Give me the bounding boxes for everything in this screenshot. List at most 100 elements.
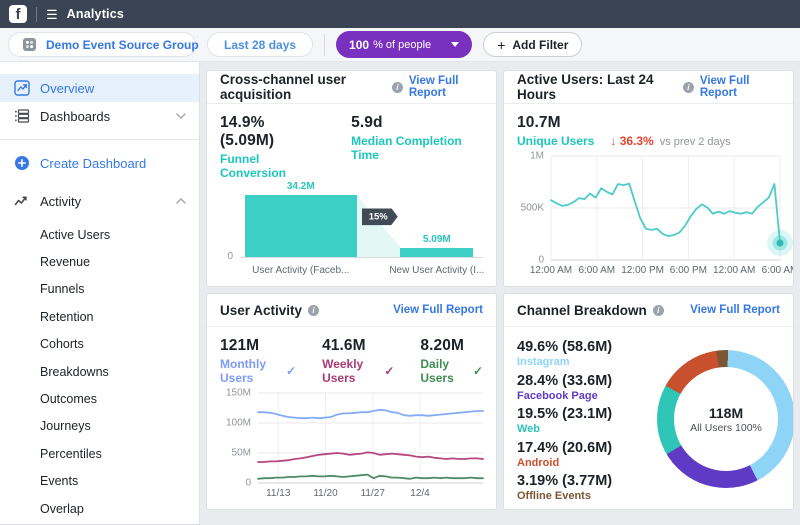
- sidebar-item-events[interactable]: Events: [0, 468, 199, 495]
- channel-stat-facebook-page: 28.4% (33.6M)Facebook Page: [517, 373, 649, 402]
- info-icon[interactable]: i: [308, 305, 319, 316]
- y-axis-zero-label: 0: [220, 251, 240, 262]
- arrow-down-icon: ↓: [610, 134, 616, 148]
- line-plot[interactable]: [258, 393, 483, 483]
- user-activity-chart: 150M100M50M0: [220, 393, 483, 483]
- top-navigation-bar: f ☰ Analytics: [0, 0, 800, 28]
- overview-chart-icon: [13, 80, 30, 97]
- x-tick-label: 6:00 AM: [762, 265, 794, 276]
- date-range-selector[interactable]: Last 28 days: [207, 32, 313, 57]
- funnel-conversion-label: Funnel Conversion: [220, 152, 321, 180]
- sidebar-item-funnels[interactable]: Funnels: [0, 276, 199, 303]
- view-full-report-link[interactable]: View Full Report: [393, 304, 483, 316]
- weekly-users-label[interactable]: Weekly Users✓: [322, 357, 394, 385]
- dashboards-icon: [13, 108, 30, 125]
- sidebar-item-dashboards[interactable]: Dashboards: [0, 102, 199, 130]
- y-tick-label: 0: [538, 255, 544, 266]
- funnel-stats: 14.9% (5.09M) Funnel Conversion 5.9d Med…: [220, 114, 483, 180]
- channel-label: Offline Events: [517, 490, 649, 502]
- card-active-users-24h: Active Users: Last 24 Hours i View Full …: [503, 70, 794, 287]
- delta-comparison-label: vs prev 2 days: [660, 136, 731, 148]
- facebook-logo-icon[interactable]: f: [9, 5, 27, 23]
- bar-value-label: 5.09M: [423, 234, 451, 245]
- weekly-users-value: 41.6M: [322, 337, 394, 355]
- activity-trend-icon: [13, 193, 30, 210]
- x-tick-label: 12:00 AM: [530, 265, 572, 276]
- monthly-users-value: 121M: [220, 337, 296, 355]
- divider: [36, 7, 37, 22]
- info-icon[interactable]: i: [653, 305, 664, 316]
- filter-toolbar: Demo Event Source Group Last 28 days 100…: [0, 28, 800, 62]
- active-users-chart: 1M500K0: [517, 156, 780, 260]
- funnel-category-labels: User Activity (Faceb...New User Activity…: [240, 258, 483, 278]
- sidebar-item-journeys[interactable]: Journeys: [0, 413, 199, 440]
- segment-suffix: % of people: [373, 39, 431, 51]
- funnel-chart[interactable]: 0 34.2M 5.09M 15% User Activity (Faceb..…: [220, 194, 483, 278]
- sidebar-item-active-users[interactable]: Active Users: [0, 221, 199, 248]
- x-tick-label: 11/13: [266, 488, 290, 499]
- channel-stat-android: 17.4% (20.6M)Android: [517, 440, 649, 469]
- unique-users-label: Unique Users: [517, 134, 594, 148]
- check-icon: ✓: [384, 364, 394, 378]
- y-tick-label: 500K: [521, 203, 544, 214]
- funnel-connector: [357, 194, 401, 257]
- sidebar-item-percentiles[interactable]: Percentiles: [0, 440, 199, 467]
- median-completion-value: 5.9d: [351, 114, 483, 132]
- channel-stat-instagram: 49.6% (58.6M)Instagram: [517, 339, 649, 368]
- view-full-report-link[interactable]: View Full Report: [690, 304, 780, 316]
- card-title: Active Users: Last 24 Hours: [517, 72, 677, 102]
- funnel-bar-2[interactable]: [400, 248, 473, 257]
- channel-value: 49.6% (58.6M): [517, 339, 649, 355]
- funnel-conversion-value: 14.9% (5.09M): [220, 114, 321, 150]
- event-source-group-label: Demo Event Source Group: [46, 38, 199, 52]
- dashboard-grid: Cross-channel user acquisition i View Fu…: [200, 62, 800, 525]
- segment-filter-dropdown[interactable]: 100 % of people: [336, 31, 472, 58]
- x-tick-label: 12/4: [410, 488, 429, 499]
- x-axis-labels: 11/1311/2011/2712/4: [258, 483, 483, 501]
- x-tick-label: 12:00 PM: [621, 265, 664, 276]
- x-tick-label: 6:00 PM: [670, 265, 707, 276]
- sidebar-item-cohorts[interactable]: Cohorts: [0, 331, 199, 358]
- sidebar: Overview Dashboards Create Dashboard Act…: [0, 62, 200, 525]
- add-filter-button[interactable]: + Add Filter: [483, 32, 582, 57]
- bar-value-label: 34.2M: [287, 181, 315, 192]
- sidebar-item-overlap[interactable]: Overlap: [0, 495, 199, 522]
- y-axis-labels: 1M500K0: [517, 156, 551, 260]
- view-full-report-link[interactable]: View Full Report: [409, 75, 483, 99]
- hamburger-menu-icon[interactable]: ☰: [46, 8, 58, 21]
- y-tick-label: 100M: [226, 418, 251, 429]
- funnel-plot[interactable]: 34.2M 5.09M 15%: [240, 194, 483, 258]
- donut-center: 118M All Users 100%: [674, 367, 778, 471]
- segment-value: 100: [349, 38, 369, 52]
- funnel-bar-1[interactable]: [245, 195, 357, 257]
- sidebar-item-label: Activity: [40, 194, 81, 209]
- x-tick-label: 12:00 AM: [713, 265, 755, 276]
- daily-users-label[interactable]: Daily Users✓: [420, 357, 483, 385]
- user-activity-stats: 121M Monthly Users✓ 41.6M Weekly Users✓ …: [220, 337, 483, 385]
- x-tick-label: 6:00 AM: [578, 265, 615, 276]
- sidebar-item-outcomes[interactable]: Outcomes: [0, 385, 199, 412]
- sidebar-item-breakdowns[interactable]: Breakdowns: [0, 358, 199, 385]
- date-range-label: Last 28 days: [224, 38, 296, 52]
- chevron-down-icon: [451, 42, 459, 47]
- sidebar-item-revenue[interactable]: Revenue: [0, 248, 199, 275]
- funnel-category-label: User Activity (Faceb...: [252, 265, 349, 276]
- channel-donut-chart[interactable]: 118M All Users 100%: [657, 350, 794, 488]
- view-full-report-link[interactable]: View Full Report: [700, 75, 780, 99]
- conversion-rate-tag: 15%: [362, 208, 398, 225]
- channel-stat-offline-events: 3.19% (3.77M)Offline Events: [517, 473, 649, 502]
- line-plot[interactable]: [551, 156, 780, 260]
- card-title: Cross-channel user acquisition: [220, 72, 386, 102]
- sidebar-item-retention[interactable]: Retention: [0, 303, 199, 330]
- sidebar-item-overview[interactable]: Overview: [0, 74, 199, 102]
- monthly-users-label[interactable]: Monthly Users✓: [220, 357, 296, 385]
- event-source-group-selector[interactable]: Demo Event Source Group: [8, 32, 196, 57]
- info-icon[interactable]: i: [392, 82, 403, 93]
- plus-icon: +: [497, 38, 505, 52]
- event-source-group-icon: [21, 36, 38, 53]
- add-filter-label: Add Filter: [512, 38, 568, 52]
- info-icon[interactable]: i: [683, 82, 694, 93]
- channel-label: Facebook Page: [517, 390, 649, 402]
- sidebar-item-activity[interactable]: Activity: [0, 187, 199, 215]
- create-dashboard-button[interactable]: Create Dashboard: [0, 149, 199, 177]
